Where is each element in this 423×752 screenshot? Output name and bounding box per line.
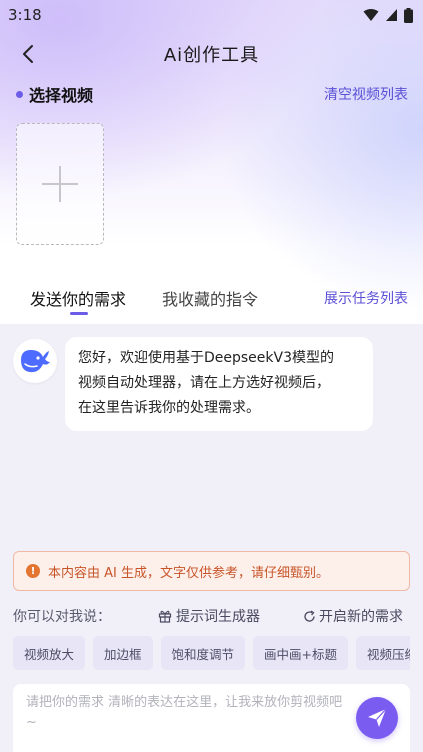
message-input-placeholder[interactable]: 请把你的需求 清晰的表达在这里，让我来放你剪视频吧~ bbox=[26, 693, 346, 733]
select-video-row: 选择视频 清空视频列表 bbox=[16, 82, 408, 106]
suggestion-chip[interactable]: 视频压缩 bbox=[356, 636, 410, 670]
select-video-title: 选择视频 bbox=[29, 86, 94, 105]
send-button[interactable] bbox=[356, 697, 398, 739]
notice-text: 本内容由 AI 生成，文字仅供参考，请仔细甄别。 bbox=[48, 565, 329, 581]
back-button[interactable] bbox=[14, 40, 42, 68]
message-line: 视频自动处理器，请在上方选好视频后， bbox=[78, 375, 330, 391]
suggestion-chip[interactable]: 视频放大 bbox=[13, 636, 86, 670]
message-line: 在这里告诉我你的处理需求。 bbox=[78, 400, 260, 416]
new-request-label: 开启新的需求 bbox=[319, 609, 403, 625]
new-request-button[interactable]: 开启新的需求 bbox=[303, 606, 403, 626]
suggestion-label: 你可以对我说： bbox=[13, 609, 111, 625]
select-video-heading: 选择视频 bbox=[16, 82, 93, 106]
chevron-left-icon bbox=[23, 45, 33, 63]
status-time: 3:18 bbox=[8, 6, 42, 24]
active-tab-indicator bbox=[70, 312, 88, 315]
heading-dot bbox=[16, 90, 23, 98]
clear-video-list-link[interactable]: 清空视频列表 bbox=[324, 84, 408, 104]
tab-bar: 发送你的需求 我收藏的指令 展示任务列表 bbox=[0, 280, 423, 324]
message-input-area[interactable]: 请把你的需求 清晰的表达在这里，让我来放你剪视频吧~ bbox=[13, 684, 410, 752]
app-header: Ai创作工具 bbox=[0, 36, 423, 72]
status-bar: 3:18 bbox=[0, 0, 423, 30]
suggestion-chip[interactable]: 饱和度调节 bbox=[160, 636, 246, 670]
gift-icon bbox=[158, 610, 172, 623]
prompt-generator-button[interactable]: 提示词生成器 bbox=[158, 606, 260, 626]
tab-send-request[interactable]: 发送你的需求 bbox=[30, 286, 126, 310]
assistant-message-bubble: 您好，欢迎使用基于DeepseekV3模型的 视频自动处理器，请在上方选好视频后… bbox=[65, 337, 373, 431]
exclamation-icon: ! bbox=[26, 564, 40, 578]
message-line: 您好，欢迎使用基于DeepseekV3模型的 bbox=[78, 350, 335, 366]
battery-icon bbox=[404, 7, 413, 23]
avatar bbox=[13, 339, 57, 383]
send-icon bbox=[368, 708, 387, 727]
tab-saved-commands[interactable]: 我收藏的指令 bbox=[162, 286, 258, 310]
deepseek-whale-icon bbox=[21, 350, 50, 373]
suggestion-header: 你可以对我说： 提示词生成器 开启新的需求 bbox=[13, 604, 413, 628]
prompt-generator-label: 提示词生成器 bbox=[176, 609, 260, 625]
plus-icon bbox=[42, 166, 78, 202]
show-task-list-link[interactable]: 展示任务列表 bbox=[324, 288, 408, 308]
wifi-icon bbox=[363, 9, 379, 21]
ai-notice-banner: ! 本内容由 AI 生成，文字仅供参考，请仔细甄别。 bbox=[13, 551, 410, 591]
refresh-icon bbox=[304, 609, 315, 622]
page-title: Ai创作工具 bbox=[163, 45, 260, 66]
suggestion-chips: 视频放大 加边框 饱和度调节 画中画+标题 视频压缩 bbox=[13, 636, 410, 670]
suggestion-chip[interactable]: 加边框 bbox=[93, 636, 153, 670]
status-icons bbox=[363, 7, 413, 23]
suggestion-chip[interactable]: 画中画+标题 bbox=[253, 636, 349, 670]
add-video-button[interactable] bbox=[16, 123, 104, 245]
signal-icon bbox=[386, 9, 397, 21]
